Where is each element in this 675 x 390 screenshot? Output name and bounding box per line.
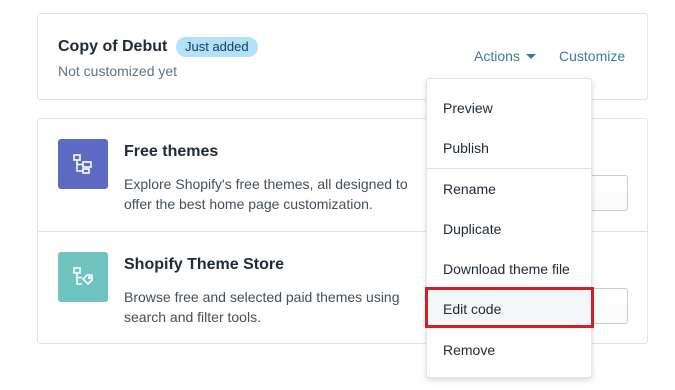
menu-item-duplicate[interactable]: Duplicate — [427, 209, 591, 249]
actions-dropdown-button[interactable]: Actions — [474, 48, 536, 64]
actions-label: Actions — [474, 48, 520, 64]
theme-name: Copy of Debut — [58, 38, 168, 55]
menu-item-edit-code[interactable]: Edit code — [427, 289, 591, 329]
source-title: Free themes — [124, 143, 219, 160]
actions-dropdown-menu: Preview Publish Rename Duplicate Downloa… — [426, 78, 592, 378]
menu-item-rename[interactable]: Rename — [427, 169, 591, 209]
source-title: Shopify Theme Store — [124, 256, 285, 273]
menu-item-download-theme-file[interactable]: Download theme file — [427, 249, 591, 289]
just-added-badge: Just added — [176, 37, 258, 57]
menu-item-publish[interactable]: Publish — [427, 128, 591, 168]
source-description: Browse free and selected paid themes usi… — [124, 289, 400, 325]
caret-down-icon — [525, 53, 536, 59]
theme-status-text: Not customized yet — [58, 63, 178, 79]
menu-item-remove[interactable]: Remove — [427, 330, 591, 370]
source-description: Explore Shopify's free themes, all desig… — [124, 176, 408, 212]
theme-tree-icon — [58, 139, 108, 189]
customize-link[interactable]: Customize — [559, 48, 625, 64]
menu-item-preview[interactable]: Preview — [427, 88, 591, 128]
theme-store-icon — [58, 252, 108, 302]
